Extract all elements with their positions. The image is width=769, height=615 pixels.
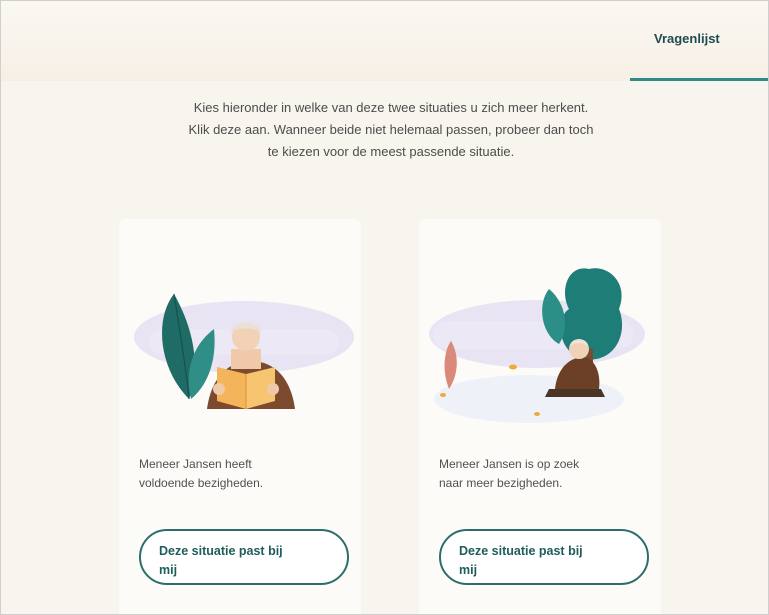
man-sitting-outdoors-illustration: [429, 268, 645, 423]
choose-situation-2-label-line-1: Deze situatie past bij: [459, 543, 583, 558]
choose-situation-1-label-line-1: Deze situatie past bij: [159, 543, 283, 558]
situation-description-1-line-2: voldoende bezigheden.: [139, 476, 264, 490]
intro-line-2: Klik deze aan. Wanneer beide niet helema…: [188, 122, 594, 137]
top-navigation-bar: Vragenlijst: [1, 1, 768, 81]
situation-description-1: Meneer Jansen heeft voldoende bezigheden…: [139, 455, 329, 493]
intro-instructions: Kies hieronder in welke van deze twee si…: [101, 97, 681, 163]
situation-description-2-line-2: naar meer bezigheden.: [439, 476, 563, 490]
tab-vragenlijst-label: Vragenlijst: [654, 31, 720, 46]
intro-line-3: te kiezen voor de meest passende situati…: [267, 144, 515, 159]
intro-line-1: Kies hieronder in welke van deze twee si…: [193, 100, 589, 115]
situation-description-2: Meneer Jansen is op zoek naar meer bezig…: [439, 455, 629, 493]
choose-situation-1-label-line-2: mij: [159, 562, 178, 577]
situation-card-1: Meneer Jansen heeft voldoende bezigheden…: [119, 219, 361, 614]
app-window: Vragenlijst Kies hieronder in welke van …: [0, 0, 769, 615]
situation-card-2: Meneer Jansen is op zoek naar meer bezig…: [419, 219, 661, 614]
choose-situation-2-button[interactable]: Deze situatie past bij mij: [439, 529, 649, 585]
tab-vragenlijst[interactable]: Vragenlijst: [630, 1, 768, 81]
man-reading-book-illustration: [134, 293, 354, 409]
choose-situation-2-label-line-2: mij: [459, 562, 478, 577]
situation-description-1-line-1: Meneer Jansen heeft: [139, 457, 252, 471]
situation-description-2-line-1: Meneer Jansen is op zoek: [439, 457, 580, 471]
choose-situation-1-button[interactable]: Deze situatie past bij mij: [139, 529, 349, 585]
